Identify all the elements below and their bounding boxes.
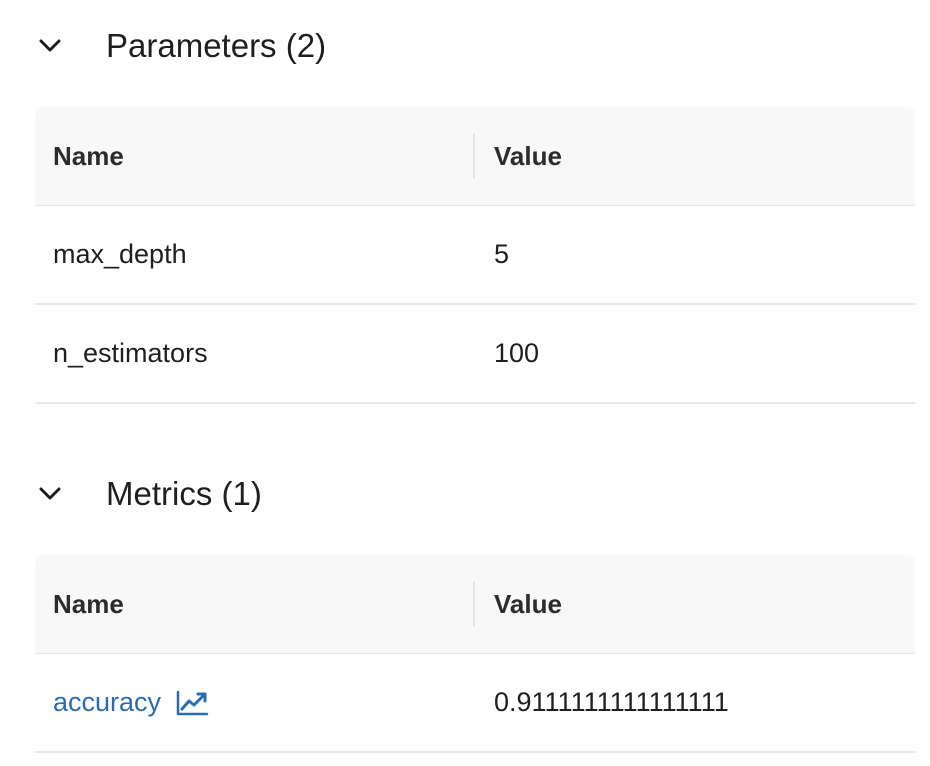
column-header-value[interactable]: Value xyxy=(494,141,562,172)
column-header-name[interactable]: Name xyxy=(53,141,124,172)
param-name: n_estimators xyxy=(53,338,208,368)
chevron-down-icon xyxy=(36,480,64,508)
parameters-table: Name Value max_depth 5 n_estimators 100 xyxy=(35,107,915,404)
parameters-table-header: Name Value xyxy=(35,107,915,206)
column-header-value[interactable]: Value xyxy=(494,589,562,620)
metrics-section-toggle[interactable]: Metrics (1) xyxy=(36,464,262,524)
line-chart-icon[interactable] xyxy=(175,689,209,717)
param-name: max_depth xyxy=(53,239,187,269)
param-value: 100 xyxy=(494,338,540,368)
metrics-table: Name Value accuracy 0.9111111111111111 xyxy=(35,555,915,753)
column-header-name[interactable]: Name xyxy=(53,589,124,620)
parameters-section-title: Parameters (2) xyxy=(106,27,327,64)
column-resize-handle[interactable] xyxy=(473,581,475,627)
metrics-section: Metrics (1) Name Value accuracy 0.911111… xyxy=(0,450,930,766)
column-resize-handle[interactable] xyxy=(473,133,475,179)
metric-value: 0.9111111111111111 xyxy=(494,687,729,717)
metric-name[interactable]: accuracy xyxy=(53,687,161,718)
metrics-section-title: Metrics (1) xyxy=(106,475,262,512)
chevron-down-icon xyxy=(36,32,64,60)
param-value: 5 xyxy=(494,239,510,269)
table-row: max_depth 5 xyxy=(35,206,915,305)
metrics-table-header: Name Value xyxy=(35,555,915,654)
table-row: accuracy 0.9111111111111111 xyxy=(35,654,915,753)
metric-link-accuracy[interactable]: accuracy xyxy=(53,687,209,718)
run-details-page: Parameters (2) Name Value max_depth 5 n_… xyxy=(0,0,930,766)
table-row: n_estimators 100 xyxy=(35,305,915,404)
parameters-section: Parameters (2) Name Value max_depth 5 n_… xyxy=(0,0,930,420)
parameters-section-toggle[interactable]: Parameters (2) xyxy=(36,16,326,76)
